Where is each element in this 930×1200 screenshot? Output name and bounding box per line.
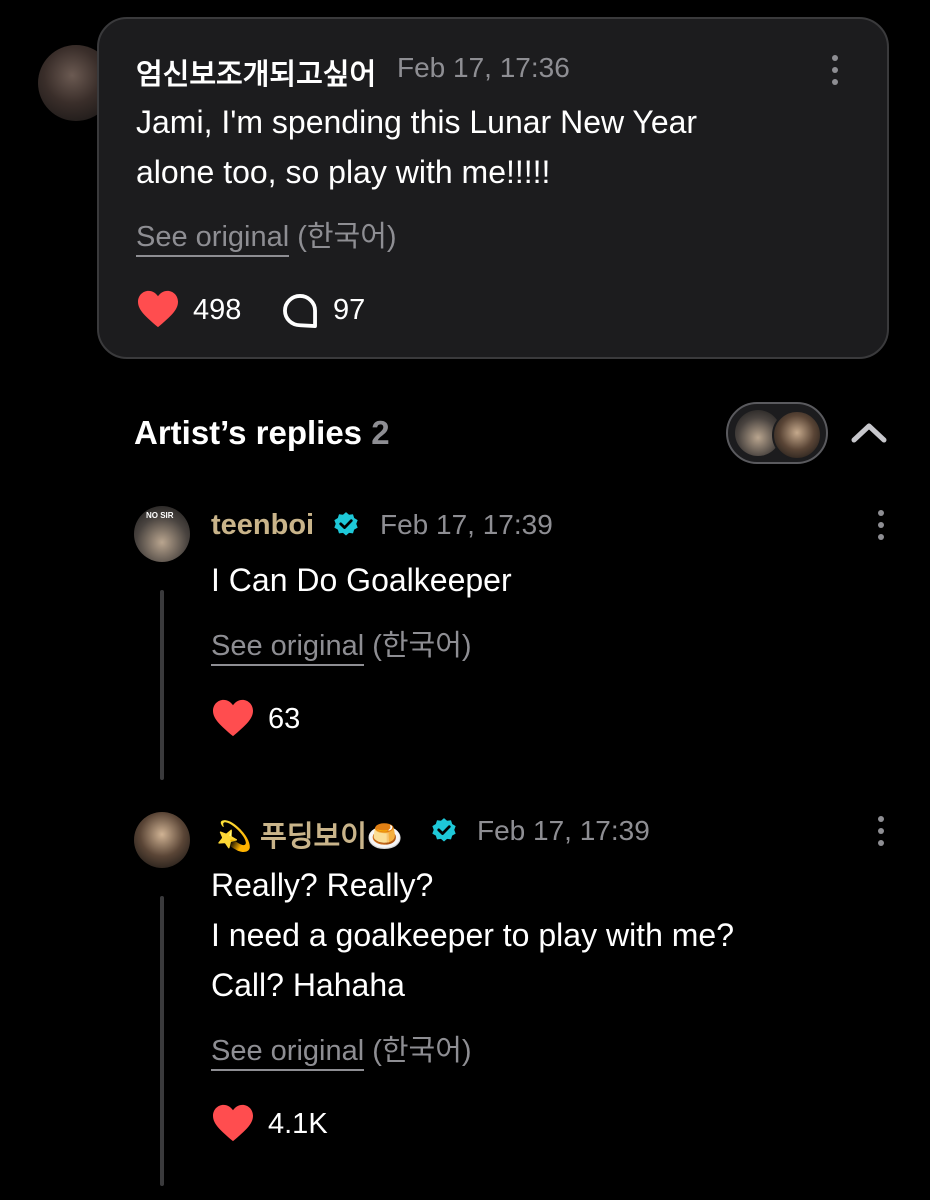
reply-author-row: 💫 푸딩보이🍮 xyxy=(216,813,403,855)
heart-icon xyxy=(213,1104,253,1142)
reply-text: I Can Do Goalkeeper xyxy=(211,562,512,598)
collapse-replies-button[interactable] xyxy=(850,418,888,449)
reply-teenboi-avatar[interactable]: NO SIR xyxy=(134,506,190,562)
reply-like-count: 4.1K xyxy=(268,1108,328,1140)
original-language: (한국어) xyxy=(372,630,472,662)
verified-badge-icon xyxy=(334,512,358,536)
post-comment-button[interactable] xyxy=(281,292,319,335)
post-author-name[interactable]: 엄신보조개되고싶어 xyxy=(136,51,376,93)
reply-timestamp: Feb 17, 17:39 xyxy=(477,815,650,846)
reply-text: Really? Really? I need a goalkeeper to p… xyxy=(211,867,734,1003)
heart-icon xyxy=(213,699,253,737)
reply-puddingboy-avatar[interactable] xyxy=(134,812,190,868)
post-timestamp: Feb 17, 17:36 xyxy=(397,52,570,83)
original-language: (한국어) xyxy=(372,1035,472,1067)
puddingboy-mini-avatar xyxy=(772,410,822,460)
chevron-up-icon xyxy=(851,423,887,443)
reply-more-icon[interactable] xyxy=(871,510,891,540)
reply-author-name[interactable]: 푸딩보이 xyxy=(260,821,367,853)
artist-replies-count: 2 xyxy=(371,414,390,451)
comment-bubble-icon xyxy=(283,294,317,328)
artist-avatars-stack[interactable] xyxy=(726,402,828,464)
heart-icon xyxy=(138,290,178,328)
post-card: 엄신보조개되고싶어 Feb 17, 17:36 Jami, I'm spendi… xyxy=(97,17,889,359)
reply-timestamp: Feb 17, 17:39 xyxy=(380,509,553,540)
post-text: Jami, I'm spending this Lunar New Year a… xyxy=(136,104,698,190)
original-language: (한국어) xyxy=(297,221,397,253)
post-comment-count: 97 xyxy=(333,294,366,326)
reply-like-button[interactable] xyxy=(211,1103,255,1148)
see-original-link[interactable]: See original xyxy=(211,1035,365,1071)
reply-like-count: 63 xyxy=(268,703,301,735)
see-original-link[interactable]: See original xyxy=(136,221,290,257)
artist-replies-title: Artist’s replies xyxy=(134,414,363,451)
post-more-icon[interactable] xyxy=(825,55,845,85)
reply-like-button[interactable] xyxy=(211,698,255,743)
reply-thread-line xyxy=(160,590,164,780)
pudding-emoji-icon: 🍮 xyxy=(366,821,404,853)
avatar-hat-text: NO SIR xyxy=(146,511,174,520)
post-like-count: 498 xyxy=(193,294,242,326)
reply-author-name[interactable]: teenboi xyxy=(211,509,314,542)
post-like-button[interactable] xyxy=(136,289,180,334)
reply-thread-line xyxy=(160,896,164,1186)
reply-see-original[interactable]: See original (한국어) xyxy=(211,622,472,666)
reply-see-original[interactable]: See original (한국어) xyxy=(211,1027,472,1071)
post-see-original[interactable]: See original (한국어) xyxy=(136,213,397,257)
reply-more-icon[interactable] xyxy=(871,816,891,846)
see-original-link[interactable]: See original xyxy=(211,630,365,666)
sparkle-emoji-icon: 💫 xyxy=(216,821,253,853)
artist-replies-header[interactable]: Artist’s replies 2 xyxy=(134,414,390,452)
verified-badge-icon xyxy=(432,818,456,842)
